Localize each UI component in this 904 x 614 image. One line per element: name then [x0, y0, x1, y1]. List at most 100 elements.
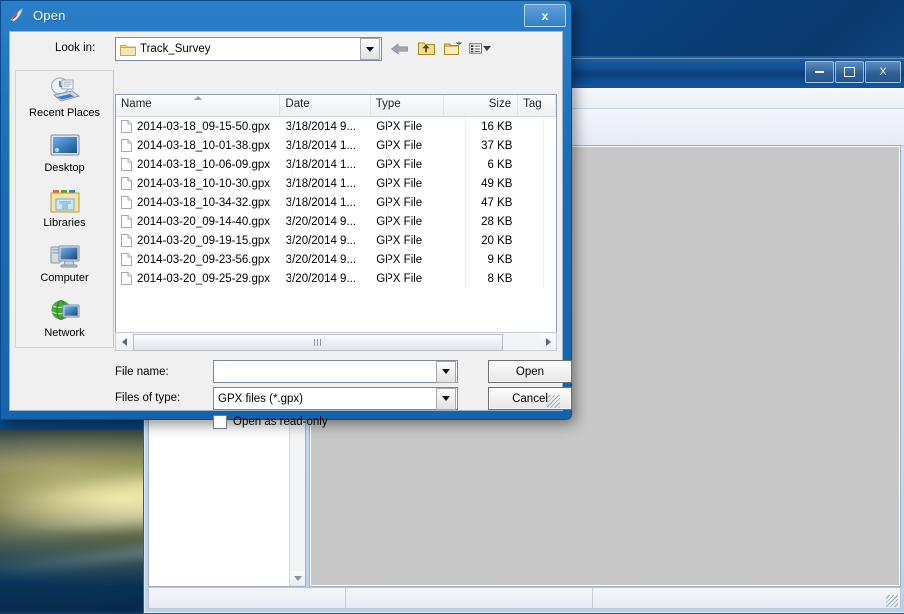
open-button[interactable]: Open — [488, 360, 572, 383]
file-list-horizontal-scrollbar[interactable] — [115, 332, 557, 351]
checkbox-box[interactable] — [213, 415, 227, 429]
column-header-name[interactable]: Name — [116, 95, 280, 116]
dialog-close-button[interactable]: x — [524, 4, 566, 27]
sidebar-item-label: Recent Places — [29, 107, 100, 119]
file-name-label: 2014-03-18_10-34-32.gpx — [137, 197, 270, 209]
lookin-combobox[interactable]: Track_Survey — [115, 37, 382, 61]
table-row[interactable]: 2014-03-20_09-23-56.gpx3/20/2014 9...GPX… — [116, 250, 556, 269]
file-icon — [121, 272, 132, 285]
file-date-cell: 3/18/2014 1... — [281, 159, 371, 171]
column-header-type[interactable]: Type — [371, 95, 444, 116]
views-icon — [469, 41, 483, 56]
file-type-cell: GPX File — [371, 254, 445, 266]
up-one-level-button[interactable] — [415, 38, 437, 59]
file-name-cell[interactable]: 2014-03-18_10-06-09.gpx — [116, 158, 281, 171]
table-row[interactable]: 2014-03-18_10-01-38.gpx3/18/2014 1...GPX… — [116, 136, 556, 155]
network-icon — [49, 294, 81, 326]
back-button[interactable] — [388, 38, 410, 59]
table-row[interactable]: 2014-03-20_09-14-40.gpx3/20/2014 9...GPX… — [116, 212, 556, 231]
file-type-cell: GPX File — [371, 216, 445, 228]
table-row[interactable]: 2014-03-18_10-34-32.gpx3/18/2014 1...GPX… — [116, 193, 556, 212]
table-row[interactable]: 2014-03-20_09-19-15.gpx3/20/2014 9...GPX… — [116, 231, 556, 250]
scroll-down-button[interactable] — [290, 571, 305, 586]
dialog-resize-grip-icon[interactable] — [547, 395, 560, 408]
filetype-dropdown-button[interactable] — [436, 388, 456, 410]
sidebar-item-label: Libraries — [43, 217, 85, 229]
file-name-label: 2014-03-20_09-25-29.gpx — [137, 273, 270, 285]
folder-up-icon — [417, 40, 436, 57]
scrollbar-track[interactable] — [132, 334, 540, 349]
chevron-down-icon — [366, 47, 374, 52]
dialog-title-bar[interactable]: Open x — [1, 1, 571, 29]
filetype-combobox[interactable]: GPX files (*.gpx) — [213, 387, 458, 410]
scroll-left-button[interactable] — [116, 334, 132, 349]
chevron-down-icon — [483, 46, 491, 51]
column-header-label: Type — [376, 98, 401, 110]
table-row[interactable]: 2014-03-20_09-25-29.gpx 3/20/2014 9...GPX… — [116, 269, 556, 288]
close-button[interactable]: X — [865, 61, 901, 83]
file-type-cell: GPX File — [371, 197, 445, 209]
sidebar-item-recent-places[interactable]: Recent Places — [16, 71, 113, 126]
scroll-right-button[interactable] — [540, 334, 556, 349]
file-name-cell[interactable]: 2014-03-18_10-10-30.gpx — [116, 177, 281, 190]
file-list-header[interactable]: Name Date Type Size Tag — [116, 95, 556, 117]
sidebar-item-network[interactable]: Network — [16, 291, 113, 346]
file-name-cell[interactable]: 2014-03-18_10-01-38.gpx — [116, 139, 281, 152]
column-header-label: Tag — [523, 98, 542, 110]
views-button[interactable] — [469, 38, 491, 59]
file-type-cell: GPX File — [371, 273, 445, 285]
dialog-title: Open — [33, 8, 66, 23]
table-row[interactable]: 2014-03-18_10-06-09.gpx3/18/2014 1...GPX… — [116, 155, 556, 174]
new-folder-icon — [443, 40, 463, 57]
scrollbar-thumb[interactable] — [133, 334, 503, 351]
sidebar-item-libraries[interactable]: Libraries — [16, 181, 113, 236]
file-size-cell: 9 KB — [445, 254, 519, 266]
app-status-bar — [148, 587, 901, 609]
table-row[interactable]: 2014-03-18_10-10-30.gpx3/18/2014 1...GPX… — [116, 174, 556, 193]
file-name-label: 2014-03-18_09-15-50.gpx — [137, 121, 270, 133]
file-name-cell[interactable]: 2014-03-20_09-23-56.gpx — [116, 253, 281, 266]
file-name-label: 2014-03-18_10-06-09.gpx — [137, 159, 270, 171]
filename-dropdown-button[interactable] — [436, 361, 456, 383]
column-header-size[interactable]: Size — [444, 95, 518, 116]
table-row[interactable]: 2014-03-18_09-15-50.gpx3/18/2014 9...GPX… — [116, 117, 556, 136]
quill-pen-icon — [9, 7, 26, 24]
open-file-dialog[interactable]: Open x Look in: Track_Survey — [0, 0, 572, 420]
file-icon — [121, 215, 132, 228]
maximize-icon — [844, 67, 855, 77]
file-name-cell[interactable]: 2014-03-18_09-15-50.gpx — [116, 120, 281, 133]
sidebar-item-computer[interactable]: Computer — [16, 236, 113, 291]
sidebar-item-desktop[interactable]: Desktop — [16, 126, 113, 181]
chevron-down-icon — [442, 396, 450, 401]
libraries-icon — [49, 184, 81, 216]
scrollbar-grip-icon — [314, 339, 323, 346]
status-panel-3 — [593, 588, 900, 608]
filename-combobox[interactable] — [213, 360, 458, 383]
file-date-cell: 3/20/2014 9... — [281, 273, 371, 285]
file-name-cell[interactable]: 2014-03-20_09-14-40.gpx — [116, 215, 281, 228]
maximize-button[interactable] — [835, 61, 864, 83]
sidebar-item-label: Desktop — [44, 162, 84, 174]
sort-ascending-icon — [194, 96, 202, 100]
file-type-cell: GPX File — [371, 235, 445, 247]
close-icon: x — [542, 9, 549, 23]
chevron-right-icon — [546, 338, 551, 346]
file-size-cell: 37 KB — [445, 140, 519, 152]
sidebar-item-label: Computer — [40, 272, 88, 284]
file-list-view[interactable]: Name Date Type Size Tag — [115, 94, 557, 350]
file-name-cell[interactable]: 2014-03-20_09-19-15.gpx — [116, 234, 281, 247]
resize-grip-icon[interactable] — [886, 595, 898, 607]
file-size-cell: 16 KB — [445, 121, 519, 133]
file-name-cell[interactable]: 2014-03-20_09-25-29.gpx — [116, 272, 281, 285]
minimize-button[interactable] — [805, 61, 834, 83]
open-as-readonly-checkbox[interactable]: Open as read-only — [213, 415, 328, 429]
lookin-dropdown-button[interactable] — [360, 38, 380, 60]
filename-label: File name: — [115, 366, 169, 378]
column-header-tag[interactable]: Tag — [518, 95, 556, 116]
column-header-date[interactable]: Date — [280, 95, 370, 116]
file-name-label: 2014-03-20_09-14-40.gpx — [137, 216, 270, 228]
file-date-cell: 3/20/2014 9... — [281, 254, 371, 266]
file-list-rows: 2014-03-18_09-15-50.gpx3/18/2014 9...GPX… — [116, 117, 556, 288]
file-name-cell[interactable]: 2014-03-18_10-34-32.gpx — [116, 196, 281, 209]
new-folder-button[interactable] — [442, 38, 464, 59]
